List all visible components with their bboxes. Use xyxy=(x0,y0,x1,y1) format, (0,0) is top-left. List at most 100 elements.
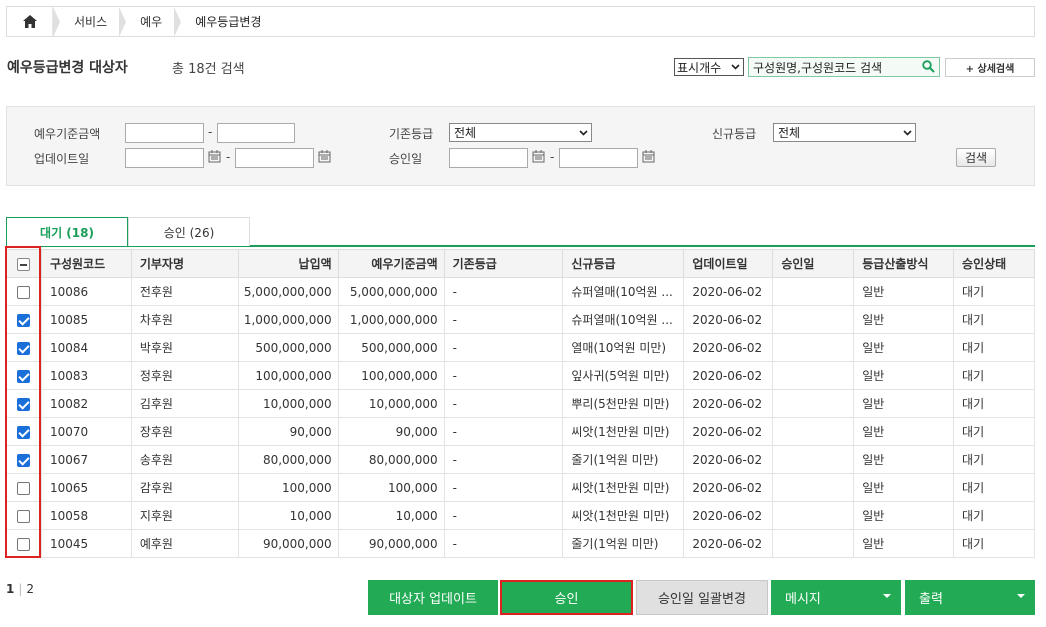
row-new-grade: 씨앗(1천만원 미만) xyxy=(562,501,685,530)
row-update-date: 2020-06-02 xyxy=(683,529,774,558)
row-method: 일반 xyxy=(853,333,955,362)
row-checkbox[interactable] xyxy=(17,537,31,551)
row-paid: 90,000,000 xyxy=(237,529,339,558)
detail-search-button[interactable]: + 상세검색 xyxy=(945,58,1035,77)
print-dropdown-button[interactable]: 출력 xyxy=(905,580,1035,615)
row-name: 송후원 xyxy=(130,445,239,474)
header-name[interactable]: 기부자명 xyxy=(130,249,239,278)
header-update-date[interactable]: 업데이트일 xyxy=(683,249,774,278)
row-paid: 10,000 xyxy=(237,501,339,530)
row-prev-grade: - xyxy=(443,445,564,474)
table-row[interactable]: 10045 예후원 90,000,000 90,000,000- 줄기(1억원 미만) 2… xyxy=(6,529,1035,558)
table-row[interactable]: 10058 지후원 10,000 10,000- 씨앗(1천만원 미만) 2020-06-… xyxy=(6,501,1035,530)
row-paid: 100,000,000 xyxy=(237,361,339,390)
select-all-cell xyxy=(6,249,42,278)
chevron-down-icon xyxy=(903,129,912,136)
row-checkbox[interactable] xyxy=(17,397,31,411)
row-prev-grade: - xyxy=(443,417,564,446)
tab-waiting[interactable]: 대기 (18) xyxy=(6,217,128,246)
approve-button[interactable]: 승인 xyxy=(500,580,633,615)
header-status[interactable]: 승인상태 xyxy=(953,249,1035,278)
row-checkbox[interactable] xyxy=(17,369,31,383)
breadcrumb-item-service[interactable]: 서비스 xyxy=(60,7,119,36)
row-method: 일반 xyxy=(853,305,955,334)
result-count: 총 18건 검색 xyxy=(172,62,245,77)
row-paid: 100,000 xyxy=(237,473,339,502)
bulk-approve-date-button[interactable]: 승인일 일괄변경 xyxy=(636,580,768,615)
search-button[interactable]: 검색 xyxy=(956,148,996,167)
home-icon[interactable] xyxy=(7,7,53,36)
header-base-amount[interactable]: 예우기준금액 xyxy=(337,249,445,278)
breadcrumb-item-honor[interactable]: 예우 xyxy=(126,7,174,36)
table-row[interactable]: 10070 장후원 90,000 90,000- 씨앗(1천만원 미만) 2020-06-… xyxy=(6,417,1035,446)
table-row[interactable]: 10085 차후원 1,000,000,000 1,000,000,000- 슈퍼열매(… xyxy=(6,305,1035,334)
row-method: 일반 xyxy=(853,389,955,418)
row-approve-date xyxy=(772,305,855,334)
status-tabs: 대기 (18) 승인 (26) xyxy=(6,217,1035,247)
row-status: 대기 xyxy=(953,417,1035,446)
tab-approved[interactable]: 승인 (26) xyxy=(128,217,250,246)
update-targets-button[interactable]: 대상자 업데이트 xyxy=(368,580,498,615)
prev-grade-select[interactable]: 전체 xyxy=(449,123,592,142)
calendar-icon[interactable] xyxy=(532,150,545,163)
row-update-date: 2020-06-02 xyxy=(683,277,774,306)
header-code[interactable]: 구성원코드 xyxy=(40,249,132,278)
row-new-grade: 줄기(1억원 미만) xyxy=(562,445,685,474)
row-prev-grade: - xyxy=(443,305,564,334)
table-row[interactable]: 10086 전후원 5,000,000,000 5,000,000,000- 슈퍼열매(… xyxy=(6,277,1035,306)
page-2[interactable]: 2 xyxy=(26,582,34,596)
header-prev-grade[interactable]: 기존등급 xyxy=(443,249,564,278)
row-checkbox[interactable] xyxy=(17,425,31,439)
row-method: 일반 xyxy=(853,277,955,306)
approve-end-input[interactable] xyxy=(559,148,638,168)
display-count-select[interactable]: 표시개수 xyxy=(674,58,744,76)
row-checkbox[interactable] xyxy=(17,285,31,299)
breadcrumb-separator xyxy=(119,6,127,37)
row-update-date: 2020-06-02 xyxy=(683,501,774,530)
header-method[interactable]: 등급산출방식 xyxy=(853,249,955,278)
header-approve-date[interactable]: 승인일 xyxy=(772,249,855,278)
row-base-amount: 100,000 xyxy=(337,473,445,502)
row-status: 대기 xyxy=(953,501,1035,530)
chevron-down-icon xyxy=(579,129,588,136)
calendar-icon[interactable] xyxy=(208,150,221,163)
row-base-amount: 90,000,000 xyxy=(337,529,445,558)
row-approve-date xyxy=(772,389,855,418)
row-update-date: 2020-06-02 xyxy=(683,445,774,474)
amount-max-input[interactable] xyxy=(217,123,295,143)
approve-start-input[interactable] xyxy=(449,148,528,168)
approve-date-label: 승인일 xyxy=(389,152,423,166)
row-approve-date xyxy=(772,445,855,474)
row-checkbox[interactable] xyxy=(17,481,31,495)
row-new-grade: 슈퍼열매(10억원 ... xyxy=(562,305,685,334)
update-start-input[interactable] xyxy=(125,148,204,168)
row-checkbox[interactable] xyxy=(17,453,31,467)
header-paid[interactable]: 납입액 xyxy=(237,249,339,278)
calendar-icon[interactable] xyxy=(318,150,331,163)
dash: - xyxy=(550,150,555,164)
page-separator: | xyxy=(18,582,23,596)
select-all-checkbox[interactable] xyxy=(17,257,31,271)
row-method: 일반 xyxy=(853,529,955,558)
calendar-icon[interactable] xyxy=(642,150,655,163)
amount-min-input[interactable] xyxy=(125,123,204,143)
message-dropdown-button[interactable]: 메시지 xyxy=(771,580,901,615)
search-input[interactable]: 구성원명,구성원코드 검색 xyxy=(748,57,940,77)
row-code: 10084 xyxy=(40,333,132,362)
table-row[interactable]: 10082 김후원 10,000,000 10,000,000- 뿌리(5천만원 미만)… xyxy=(6,389,1035,418)
update-end-input[interactable] xyxy=(235,148,314,168)
row-checkbox[interactable] xyxy=(17,509,31,523)
page-current[interactable]: 1 xyxy=(6,582,14,596)
row-paid: 10,000,000 xyxy=(237,389,339,418)
table-row[interactable]: 10084 박후원 500,000,000 500,000,000- 열매(10억원 미… xyxy=(6,333,1035,362)
search-icon[interactable] xyxy=(922,60,935,73)
table-row[interactable]: 10083 정후원 100,000,000 100,000,000- 잎사귀(5억원 미… xyxy=(6,361,1035,390)
header-new-grade[interactable]: 신규등급 xyxy=(562,249,685,278)
row-checkbox[interactable] xyxy=(17,313,31,327)
row-checkbox[interactable] xyxy=(17,341,31,355)
table-row[interactable]: 10067 송후원 80,000,000 80,000,000- 줄기(1억원 미만) 2… xyxy=(6,445,1035,474)
row-checkbox-cell xyxy=(6,529,42,558)
table-row[interactable]: 10065 감후원 100,000 100,000- 씨앗(1천만원 미만) 2020-0… xyxy=(6,473,1035,502)
row-code: 10067 xyxy=(40,445,132,474)
new-grade-select[interactable]: 전체 xyxy=(773,123,916,142)
